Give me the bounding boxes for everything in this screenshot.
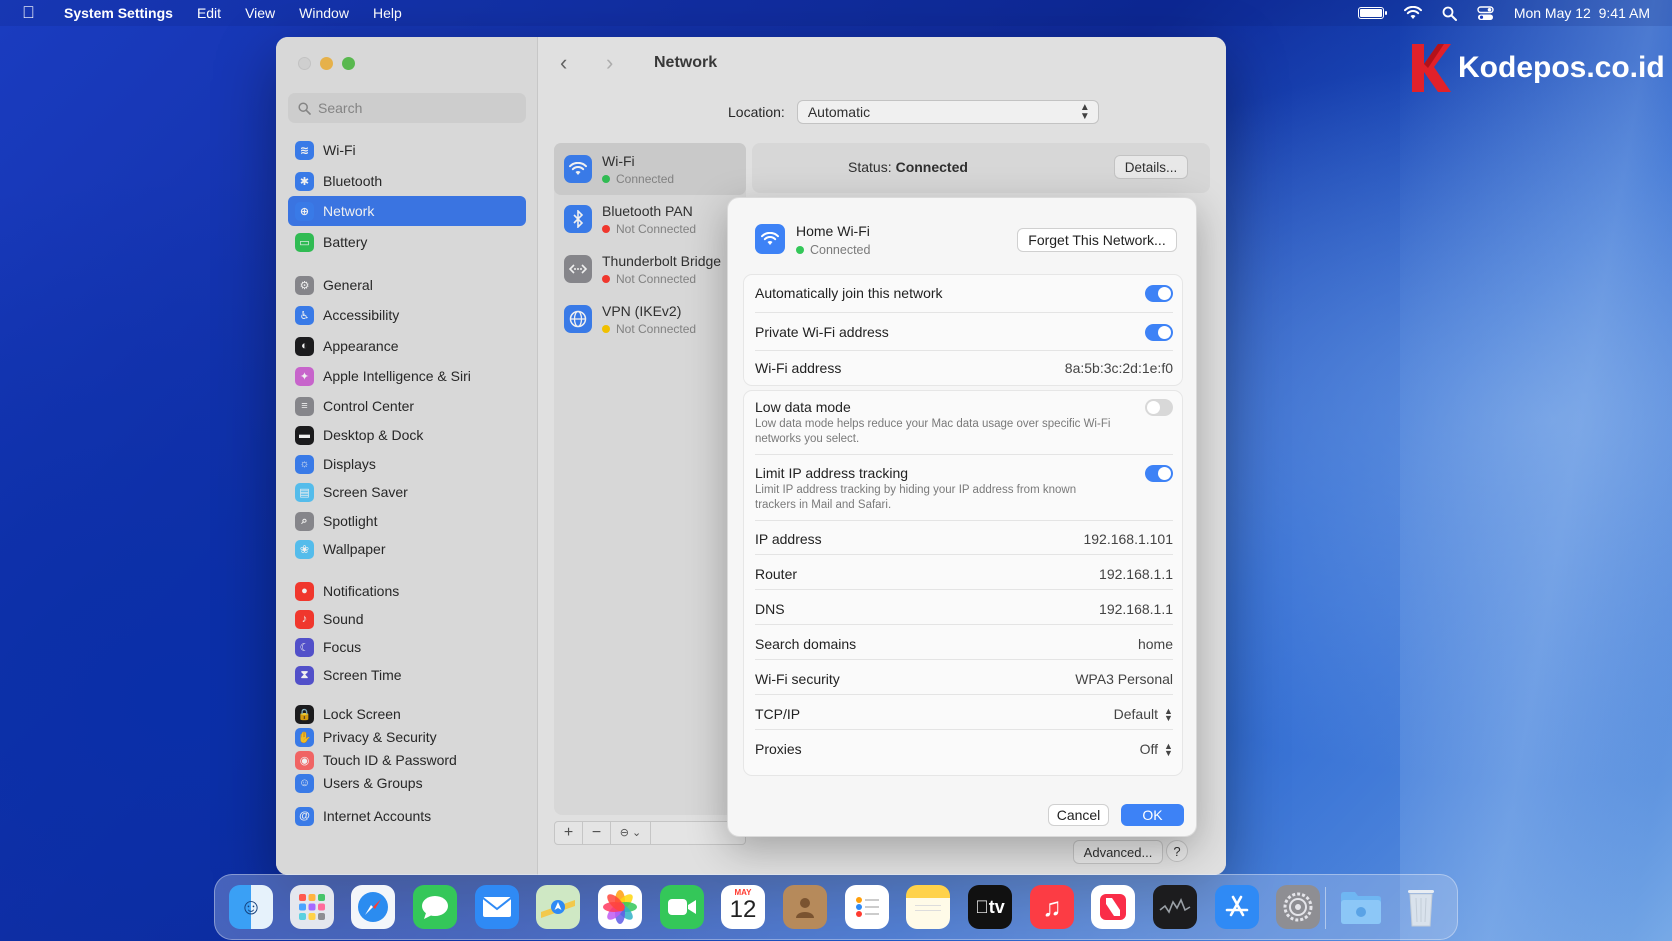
launchpad-icon[interactable] [290,885,334,929]
apple-tv-icon[interactable]: tv [968,885,1012,929]
battery-icon[interactable] [1357,7,1387,19]
wifi-address-value: 8a:5b:3c:2d:1e:f0 [1064,360,1173,376]
cancel-button[interactable]: Cancel [1048,804,1109,826]
auto-join-row: Automatically join this network [755,285,1173,302]
low-data-description: Low data mode helps reduce your Mac data… [755,418,1111,445]
control-center-icon[interactable] [1477,5,1494,21]
tcpip-select[interactable]: Default ▲ ▼ [1114,706,1173,724]
dock-divider [1325,887,1326,929]
network-name: Home Wi-Fi [796,223,870,239]
menu-bar-clock[interactable]: Mon May 12 9:41 AM [1514,5,1650,21]
dock: ☺ MAY12 tv ♫ [214,874,1458,940]
wifi-address-row: Wi-Fi address 8a:5b:3c:2d:1e:f0 [755,360,1173,376]
limit-ip-row: Limit IP address tracking Limit IP addre… [755,465,1173,513]
menu-app-name[interactable]: System Settings [64,5,173,21]
auto-join-label: Automatically join this network [755,285,943,301]
facetime-icon[interactable] [660,885,704,929]
folder-icon[interactable] [1339,885,1383,929]
ok-button[interactable]: OK [1121,804,1184,826]
app-store-icon[interactable] [1215,885,1259,929]
low-data-row: Low data mode Low data mode helps reduce… [755,399,1173,447]
proxies-row: Proxies Off ▲ ▼ [755,741,1173,759]
watermark-text: Kodepos.co.id [1458,51,1665,84]
join-settings-group: Automatically join this network Private … [743,274,1183,386]
music-icon[interactable]: ♫ [1030,885,1074,929]
search-domains-label: Search domains [755,636,857,652]
stocks-icon[interactable] [1153,885,1197,929]
low-data-toggle[interactable] [1145,399,1173,416]
up-down-chevron-icon: ▲ ▼ [1164,706,1173,724]
private-address-toggle[interactable] [1145,324,1173,341]
kodepos-watermark: Kodepos.co.id [1408,42,1665,94]
router-label: Router [755,566,798,582]
calendar-icon[interactable]: MAY 12 [721,885,765,929]
limit-ip-description: Limit IP address tracking by hiding your… [755,484,1077,511]
tcpip-label: TCP/IP [755,706,801,722]
low-data-label: Low data mode [755,399,851,415]
tv-label: tv [975,896,1005,917]
proxies-label: Proxies [755,741,802,757]
search-domains-value: home [1137,636,1173,652]
dns-label: DNS [755,601,785,617]
dns-value: 192.168.1.1 [1099,601,1173,617]
mail-icon[interactable] [475,885,519,929]
menu-edit[interactable]: Edit [197,5,221,21]
proxies-select[interactable]: Off ▲ ▼ [1140,741,1173,759]
news-icon[interactable] [1091,885,1135,929]
ip-address-row: IP address 192.168.1.101 [755,531,1173,547]
limit-ip-label: Limit IP address tracking [755,465,909,481]
private-address-row: Private Wi-Fi address [755,324,1173,341]
wifi-address-label: Wi-Fi address [755,360,842,376]
menu-view[interactable]: View [245,5,275,21]
messages-icon[interactable] [413,885,457,929]
safari-icon[interactable] [351,885,395,929]
tcpip-row: TCP/IP Default ▲ ▼ [755,706,1173,724]
search-domains-row: Search domains home [755,636,1173,652]
status-dot [796,246,804,254]
ip-address-value: 192.168.1.101 [1083,531,1173,547]
wifi-status-icon[interactable] [1403,6,1422,20]
spotlight-search-icon[interactable] [1442,6,1457,21]
kodepos-logo-icon [1412,44,1451,92]
contacts-icon[interactable] [783,885,827,929]
finder-icon[interactable]: ☺ [229,885,273,929]
menu-window[interactable]: Window [299,5,349,21]
photos-icon[interactable] [598,885,642,929]
trash-icon[interactable] [1399,885,1443,929]
auto-join-toggle[interactable] [1145,285,1173,302]
reminders-icon[interactable] [845,885,889,929]
limit-ip-toggle[interactable] [1145,465,1173,482]
system-settings-icon[interactable] [1276,885,1320,929]
sheet-header: Home Wi-Fi Connected Forget This Network… [728,198,1198,274]
wifi-icon [755,224,785,254]
apple-menu-icon[interactable]:  [22,3,48,23]
private-address-label: Private Wi-Fi address [755,324,889,340]
wifi-details-sheet: Home Wi-Fi Connected Forget This Network… [727,197,1197,837]
router-value: 192.168.1.1 [1099,566,1173,582]
router-row: Router 192.168.1.1 [755,566,1173,582]
data-mode-group: Low data mode Low data mode helps reduce… [743,390,1183,776]
ip-address-label: IP address [755,531,822,547]
wifi-security-value: WPA3 Personal [1075,671,1173,687]
menu-bar:  System Settings Edit View Window Help … [0,0,1672,26]
menu-help[interactable]: Help [373,5,402,21]
calendar-day: 12 [729,896,757,923]
up-down-chevron-icon: ▲ ▼ [1164,741,1173,759]
maps-icon[interactable] [536,885,580,929]
notes-icon[interactable] [906,885,950,929]
wifi-security-label: Wi-Fi security [755,671,840,687]
network-status: Connected [796,243,870,257]
forget-network-button[interactable]: Forget This Network... [1017,228,1177,252]
wifi-security-row: Wi-Fi security WPA3 Personal [755,671,1173,687]
dns-row: DNS 192.168.1.1 [755,601,1173,617]
